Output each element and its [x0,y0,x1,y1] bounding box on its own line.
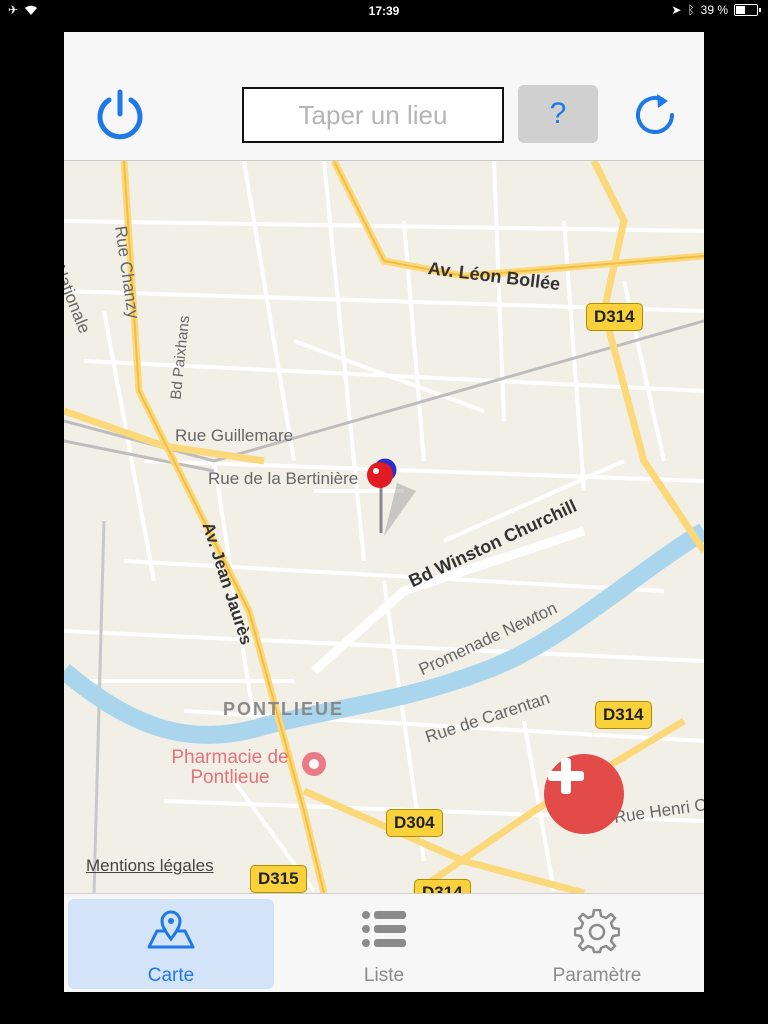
tab-label: Paramètre [552,965,642,986]
plus-icon [548,758,584,794]
tab-parametre[interactable]: Paramètre [494,899,700,989]
clock: 17:39 [368,4,400,18]
refresh-button[interactable] [630,90,680,140]
map-view[interactable]: Nationale Rue Chanzy Bd Paixhans Av. Léo… [64,161,704,893]
location-arrow-icon: ➤ [671,3,682,17]
map-pin-icon [147,910,195,949]
road-shield: D314 [595,701,652,729]
road-shield: D314 [414,879,471,893]
top-toolbar: ? [64,32,704,161]
list-icon [362,911,406,947]
tab-label: Carte [147,965,195,986]
battery-percent: 39 % [700,3,728,17]
search-input[interactable] [251,98,495,132]
pharmacy-label[interactable]: Pharmacie de Pontlieue [162,748,298,788]
power-icon [97,89,143,140]
app-window: ? [64,32,704,992]
street-label: Rue Guillemare [175,426,294,445]
refresh-icon [636,94,674,134]
road-shield: D304 [386,809,443,837]
tab-carte[interactable]: Carte [68,899,274,989]
tab-label: Liste [363,965,405,986]
battery-icon [734,4,761,16]
status-bar: ✈ 17:39 ➤ ᛒ 39 % [0,0,768,22]
tab-liste[interactable]: Liste [281,899,487,989]
road-shield: D314 [586,303,643,331]
legal-link[interactable]: Mentions légales [86,856,214,876]
tab-bar: Carte Liste Paramètre [64,893,704,992]
add-button[interactable] [544,754,624,834]
district-label: PONTLIEUE [223,699,345,719]
power-button[interactable] [92,86,148,142]
help-button[interactable]: ? [518,85,598,143]
road-shield: D315 [250,865,307,893]
gear-icon [574,909,620,954]
search-field[interactable] [242,87,504,143]
pharmacy-marker[interactable] [302,752,326,776]
bluetooth-icon: ᛒ [687,3,695,17]
street-label: Rue de la Bertinière [208,469,359,488]
